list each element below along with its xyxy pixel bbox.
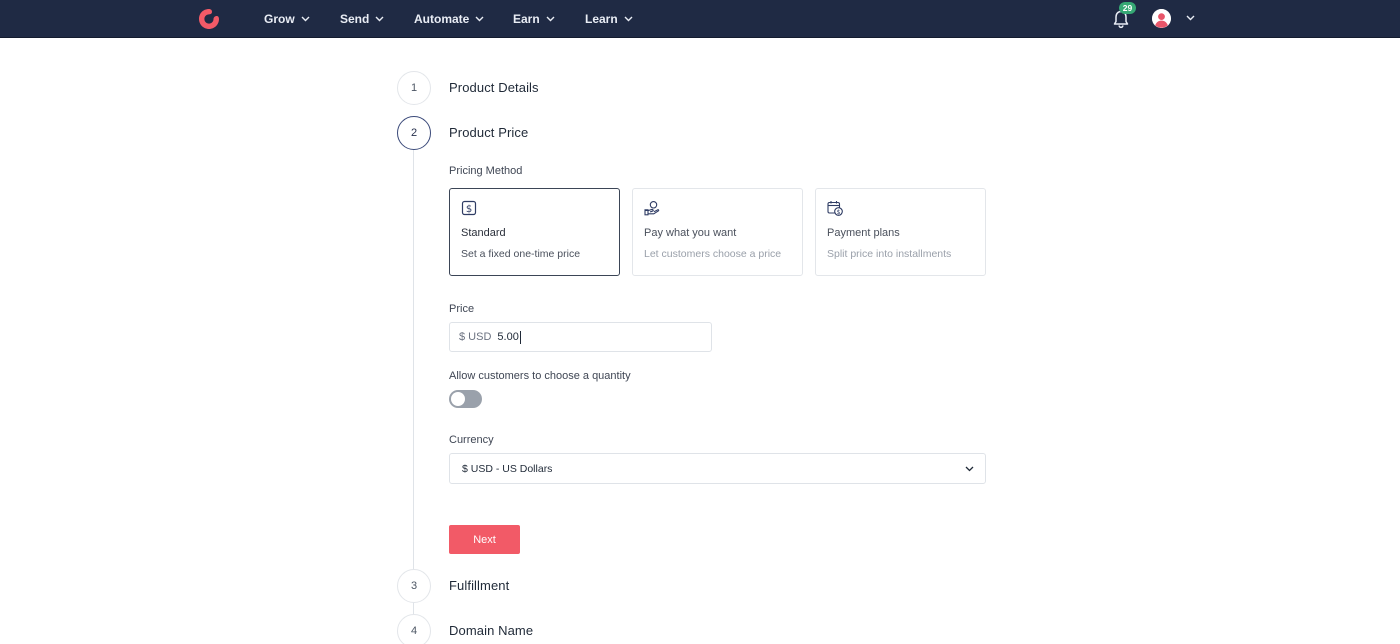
step-title-product-details[interactable]: Product Details (449, 80, 539, 95)
currency-select[interactable]: $ USD - US Dollars (449, 453, 986, 484)
pricing-option-payment-plans[interactable]: $ Payment plans Split price into install… (815, 188, 986, 276)
chevron-down-icon (624, 16, 633, 22)
chevron-down-icon (546, 16, 555, 22)
dollar-square-icon: $ (461, 200, 477, 216)
pricing-option-pay-what-you-want[interactable]: Pay what you want Let customers choose a… (632, 188, 803, 276)
nav-send[interactable]: Send (340, 0, 384, 38)
pricing-option-title: Pay what you want (644, 227, 737, 239)
nav-learn[interactable]: Learn (585, 0, 633, 38)
step-number-3[interactable]: 3 (397, 569, 431, 603)
hand-coin-icon (644, 201, 660, 216)
chevron-down-icon[interactable] (1186, 15, 1195, 21)
nav-automate-label: Automate (414, 12, 470, 26)
nav-automate[interactable]: Automate (414, 0, 484, 38)
pricing-option-description: Set a fixed one-time price (461, 248, 581, 260)
convertkit-logo-icon[interactable] (196, 6, 222, 32)
step-title-fulfillment[interactable]: Fulfillment (449, 578, 509, 593)
pricing-option-description: Let customers choose a price (644, 248, 782, 260)
nav-earn-label: Earn (513, 12, 540, 26)
step-title-domain-name[interactable]: Domain Name (449, 623, 533, 638)
price-label: Price (449, 303, 475, 315)
svg-text:$: $ (837, 209, 841, 216)
pricing-method-label: Pricing Method (449, 165, 523, 177)
chevron-down-icon (475, 16, 484, 22)
step-number-4[interactable]: 4 (397, 614, 431, 644)
top-nav: Grow Send Automate Earn Learn 29 (0, 0, 1400, 38)
pricing-option-standard[interactable]: $ Standard Set a fixed one-time price (449, 188, 620, 276)
pricing-option-title: Standard (461, 227, 506, 239)
svg-text:$: $ (466, 204, 472, 215)
price-input[interactable]: $ USD 5.00 (449, 322, 712, 352)
nav-earn[interactable]: Earn (513, 0, 555, 38)
nav-learn-label: Learn (585, 12, 618, 26)
quantity-toggle[interactable] (449, 390, 482, 408)
step-title-product-price[interactable]: Product Price (449, 125, 528, 140)
price-value[interactable]: 5.00 (497, 330, 521, 344)
chevron-down-icon (965, 466, 974, 472)
quantity-label: Allow customers to choose a quantity (449, 370, 631, 382)
calendar-dollar-icon: $ (827, 201, 843, 216)
currency-label: Currency (449, 434, 494, 446)
step-number-2[interactable]: 2 (397, 116, 431, 150)
nav-grow[interactable]: Grow (264, 0, 310, 38)
pricing-option-title: Payment plans (827, 227, 900, 239)
nav-send-label: Send (340, 12, 370, 26)
nav-grow-label: Grow (264, 12, 295, 26)
pricing-option-description: Split price into installments (827, 248, 952, 260)
chevron-down-icon (301, 16, 310, 22)
next-button[interactable]: Next (449, 525, 520, 554)
chevron-down-icon (375, 16, 384, 22)
avatar[interactable] (1152, 9, 1171, 28)
toggle-knob (451, 392, 465, 406)
currency-selected-value: $ USD - US Dollars (462, 462, 553, 475)
user-avatar-icon (1152, 9, 1171, 28)
price-currency-prefix: $ USD (459, 331, 492, 343)
step-number-1[interactable]: 1 (397, 71, 431, 105)
notification-count-badge: 29 (1119, 2, 1136, 14)
